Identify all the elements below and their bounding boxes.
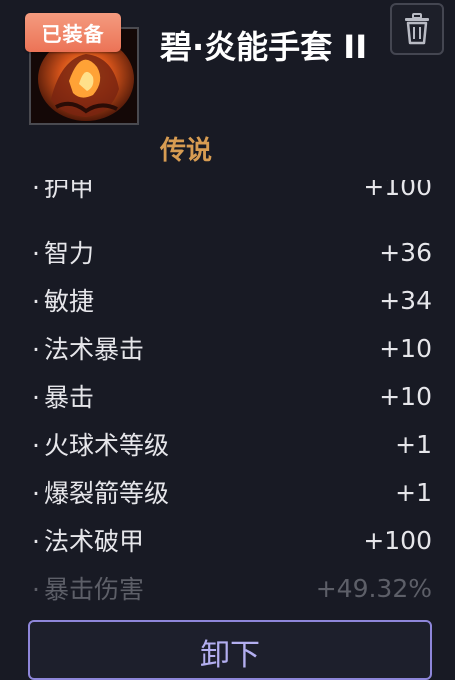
stat-name: 法术暴击 [32, 330, 144, 366]
stats-list[interactable]: 护甲 +100 智力 +36 敏捷 +34 法术暴击 +10 暴击 +10 火球… [0, 180, 455, 610]
stat-name: 智力 [32, 234, 94, 270]
stat-value: +49.32% [315, 573, 432, 603]
stat-value: +100 [363, 525, 432, 555]
stat-value: +100 [363, 180, 432, 201]
stat-value: +1 [395, 477, 432, 507]
stat-name: 暴击 [32, 378, 94, 414]
stat-row: 暴击 +10 [32, 376, 432, 416]
unequip-button[interactable]: 卸下 [28, 620, 432, 680]
stat-row: 暴击伤害 +49.32% [32, 568, 432, 608]
stat-value: +10 [379, 333, 432, 363]
stat-row: 爆裂箭等级 +1 [32, 472, 432, 512]
stat-value: +34 [379, 285, 432, 315]
stat-name: 暴击伤害 [32, 570, 144, 606]
stat-value: +1 [395, 429, 432, 459]
trash-icon [405, 13, 429, 45]
stat-row: 护甲 +100 [32, 180, 432, 206]
stat-name: 敏捷 [32, 282, 94, 318]
stat-value: +10 [379, 381, 432, 411]
stat-name: 火球术等级 [32, 426, 169, 462]
stat-row: 火球术等级 +1 [32, 424, 432, 464]
stat-value: +36 [379, 237, 432, 267]
stat-name: 法术破甲 [32, 522, 144, 558]
stat-row: 敏捷 +34 [32, 280, 432, 320]
stat-row: 法术暴击 +10 [32, 328, 432, 368]
stat-name: 护甲 [32, 180, 94, 204]
stat-row: 法术破甲 +100 [32, 520, 432, 560]
item-name: 碧·炎能手套 II [160, 28, 368, 66]
equipped-badge: 已装备 [25, 13, 121, 52]
stat-name: 爆裂箭等级 [32, 474, 169, 510]
item-rarity: 传说 [160, 136, 213, 166]
stat-row: 智力 +36 [32, 232, 432, 272]
delete-button[interactable] [390, 3, 444, 55]
